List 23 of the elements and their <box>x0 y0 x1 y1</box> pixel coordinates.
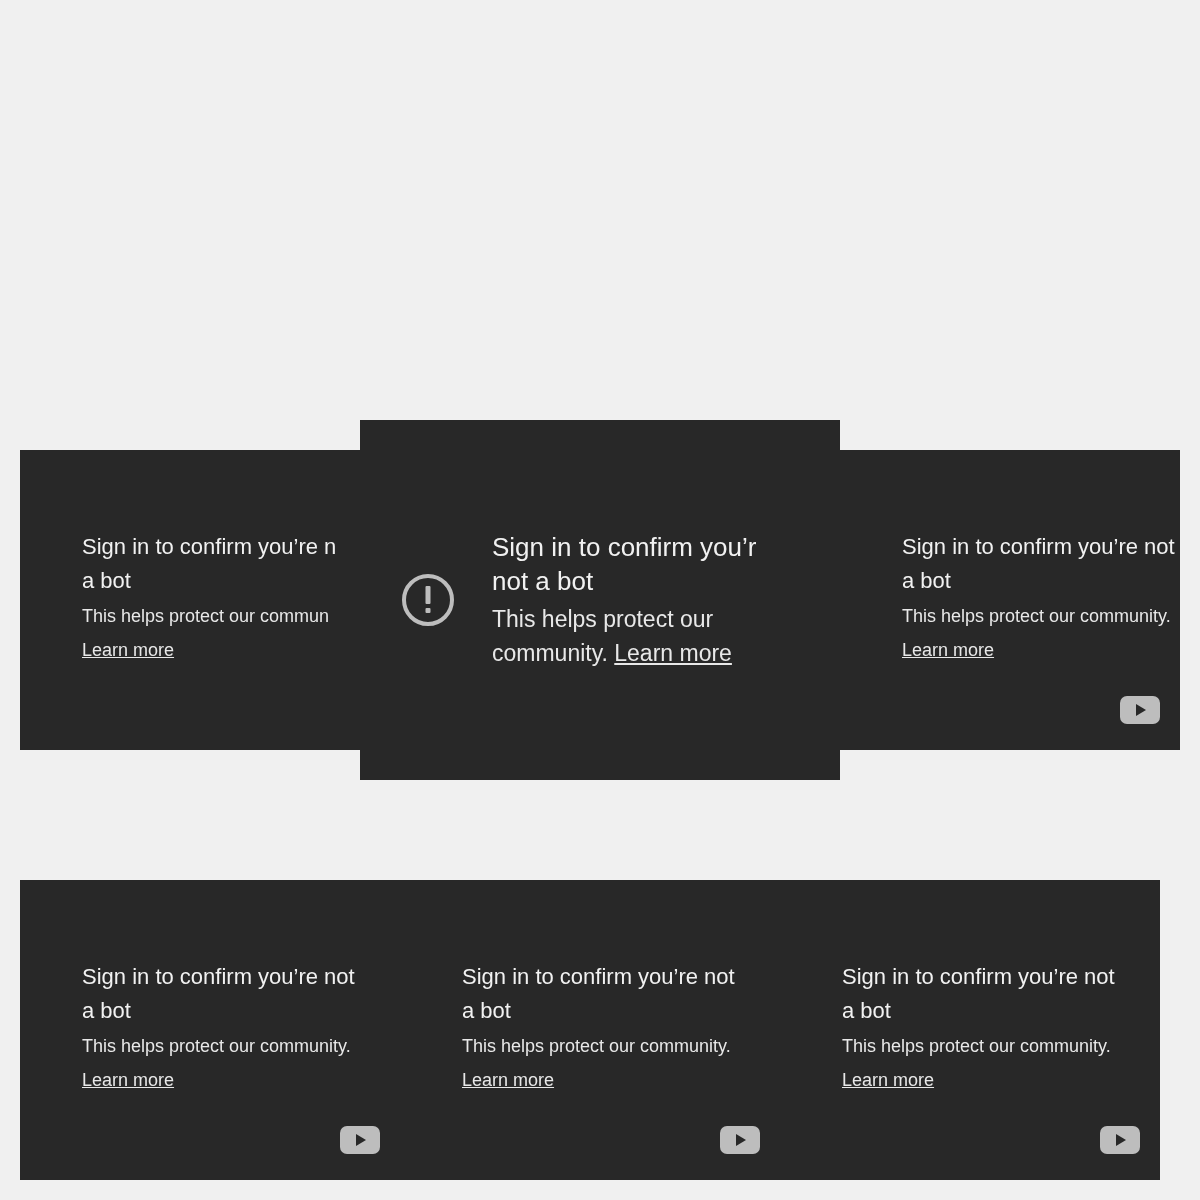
learn-more-link[interactable]: Learn more <box>462 1068 555 1092</box>
play-logo-icon[interactable] <box>720 1126 760 1154</box>
panel-text: This helps protect our community. <box>82 1035 351 1058</box>
panel-text: This helps protect our commun <box>82 605 330 628</box>
panel-title: Sign in to confirm you’r not a bot <box>492 531 758 598</box>
panel-text: This helps protect our community. Learn more <box>492 605 733 668</box>
learn-more-link[interactable]: Learn more <box>82 1068 175 1092</box>
play-logo-icon[interactable] <box>340 1126 380 1154</box>
play-logo-icon[interactable] <box>1120 696 1160 724</box>
panel-title: Sign in to confirm you’re not a bot <box>462 963 735 1025</box>
panel-title: Sign in to confirm you’re not a bot <box>82 963 355 1025</box>
learn-more-link[interactable]: Learn more <box>842 1068 935 1092</box>
learn-more-link[interactable]: Learn more <box>614 640 732 666</box>
panel-text: This helps protect our community. <box>842 1035 1111 1058</box>
panel-title: Sign in to confirm you’re not a bot <box>902 533 1175 595</box>
play-logo-icon[interactable] <box>1100 1126 1140 1154</box>
panel-text: This helps protect our community. <box>902 605 1171 628</box>
learn-more-link[interactable]: Learn more <box>902 638 995 662</box>
panel-title: Sign in to confirm you’re n a bot <box>82 533 337 595</box>
learn-more-link[interactable]: Learn more <box>82 638 175 662</box>
panel-text: This helps protect our community. <box>462 1035 731 1058</box>
warning-icon <box>400 572 456 628</box>
panel-title: Sign in to confirm you’re not a bot <box>842 963 1115 1025</box>
